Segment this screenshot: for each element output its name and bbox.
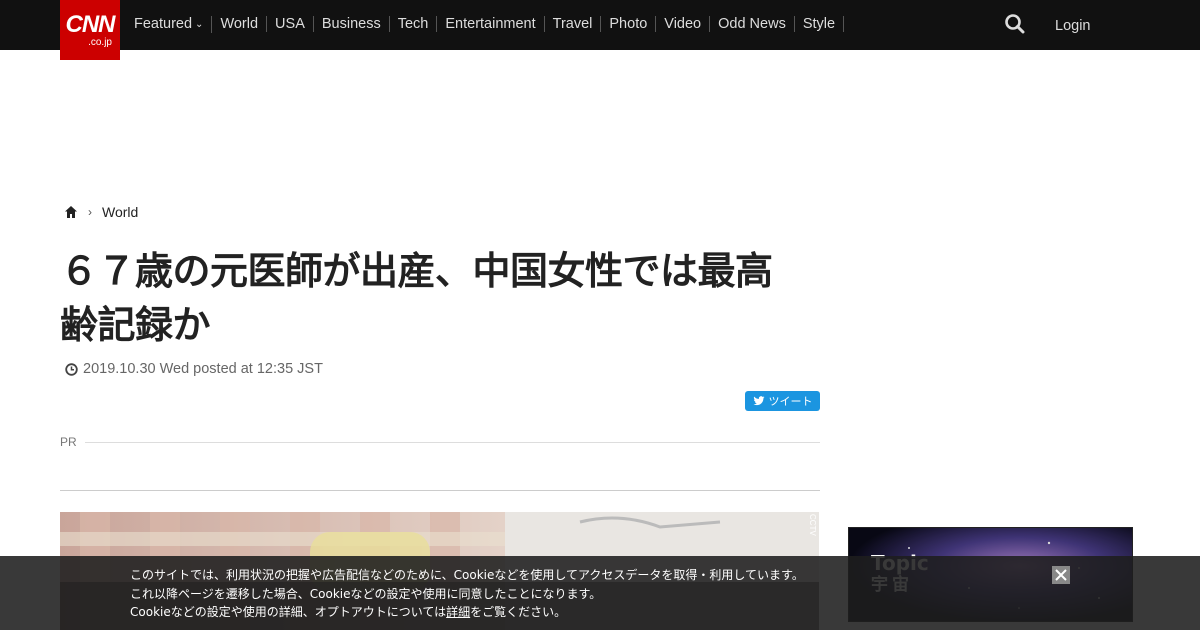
nav-item-odd-news[interactable]: Odd News	[710, 16, 795, 32]
cookie-line: Cookieなどの設定や使用の詳細、オプトアウトについては詳細をご覧ください。	[130, 603, 804, 622]
cookie-details-link[interactable]: 詳細	[446, 605, 470, 619]
article-title-line1: ６７歳の元医師が出産、中国女性では最高	[60, 249, 773, 293]
logo-main-text: CNN	[65, 11, 116, 38]
chevron-down-icon: ⌄	[195, 18, 204, 30]
nav-item-style[interactable]: Style	[795, 16, 845, 32]
nav-item-label: Featured	[134, 15, 193, 32]
article-title: ６７歳の元医師が出産、中国女性では最高 齢記録か	[60, 244, 830, 352]
search-icon[interactable]	[1004, 13, 1026, 35]
cookie-line-text: Cookieなどの設定や使用の詳細、オプトアウトについては	[130, 605, 447, 619]
nav-item-world[interactable]: World	[212, 16, 268, 32]
clock-icon	[65, 362, 78, 376]
nav-item-entertainment[interactable]: Entertainment	[437, 16, 545, 32]
home-icon[interactable]	[64, 205, 78, 219]
breadcrumb: › World	[64, 204, 138, 220]
posted-date: 2019.10.30 Wed posted at 12:35 JST	[65, 361, 323, 377]
close-icon[interactable]	[1052, 566, 1070, 584]
article-title-line2: 齢記録か	[60, 303, 211, 347]
nav-item-tech[interactable]: Tech	[390, 16, 438, 32]
nav-item-featured[interactable]: Featured ⌄	[126, 15, 213, 33]
main-nav: Featured ⌄ World USA Business Tech Entert…	[126, 0, 845, 48]
tweet-label: ツイート	[768, 395, 813, 408]
logo-sub-text: .co.jp	[88, 37, 112, 48]
top-navigation-bar: CNN .co.jp Featured ⌄ World USA Business …	[0, 0, 1200, 60]
nav-item-travel[interactable]: Travel	[545, 16, 602, 32]
nav-item-photo[interactable]: Photo	[601, 16, 657, 32]
chevron-right-icon: ›	[88, 205, 92, 219]
cookie-text: このサイトでは、利用状況の把握や広告配信などのために、Cookieなどを使用して…	[130, 566, 804, 622]
nav-item-business[interactable]: Business	[314, 16, 390, 32]
cookie-line: このサイトでは、利用状況の把握や広告配信などのために、Cookieなどを使用して…	[130, 568, 804, 582]
image-credit: CCTV	[808, 514, 817, 536]
cookie-line-text: をご覧ください。	[470, 605, 567, 619]
nav-item-video[interactable]: Video	[656, 16, 711, 32]
nav-item-usa[interactable]: USA	[267, 16, 314, 32]
pr-label: PR	[60, 435, 77, 449]
twitter-bird-icon	[753, 396, 764, 406]
posted-text: 2019.10.30 Wed posted at 12:35 JST	[83, 361, 323, 377]
tweet-button[interactable]: ツイート	[745, 391, 820, 411]
cnn-logo[interactable]: CNN .co.jp	[60, 0, 120, 60]
divider-line	[60, 490, 820, 491]
login-link[interactable]: Login	[1055, 18, 1090, 34]
breadcrumb-section[interactable]: World	[102, 204, 138, 220]
cookie-notice: このサイトでは、利用状況の把握や広告配信などのために、Cookieなどを使用して…	[0, 556, 1200, 630]
cookie-line: これ以降ページを遷移した場合、Cookieなどの設定や使用に同意したことになりま…	[130, 586, 602, 601]
pr-divider: PR	[60, 434, 820, 450]
divider-line	[84, 441, 820, 443]
